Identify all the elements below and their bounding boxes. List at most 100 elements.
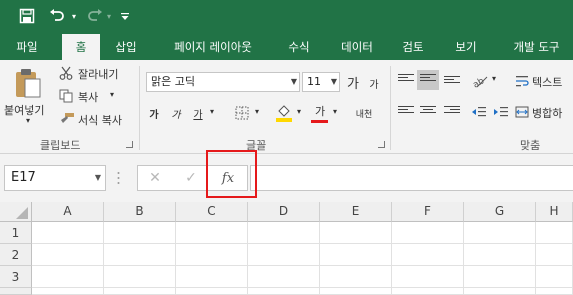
grid-cell[interactable]	[392, 222, 464, 244]
align-left-icon[interactable]	[398, 106, 414, 118]
grid-cell[interactable]	[104, 266, 176, 288]
grid-cell[interactable]	[320, 222, 392, 244]
grid-cell[interactable]	[32, 222, 104, 244]
font-size-dropdown[interactable]: 11 ▼	[302, 72, 340, 92]
grid-cell[interactable]	[104, 222, 176, 244]
grid-cell[interactable]	[176, 266, 248, 288]
tab-formulas[interactable]: 수식	[278, 34, 320, 60]
align-middle-icon[interactable]	[420, 74, 436, 86]
redo-icon[interactable]	[84, 5, 106, 27]
align-top-icon[interactable]	[398, 74, 414, 86]
decrease-indent-icon[interactable]	[470, 104, 488, 120]
borders-icon[interactable]	[232, 104, 252, 122]
grid-cell[interactable]	[176, 222, 248, 244]
grid-cell[interactable]	[392, 288, 464, 295]
grid-cell[interactable]	[320, 266, 392, 288]
format-painter-icon[interactable]	[58, 111, 76, 127]
format-painter-label[interactable]: 서식 복사	[78, 112, 122, 128]
borders-dropdown-icon[interactable]: ▾	[255, 107, 259, 116]
grid-cell[interactable]	[248, 288, 320, 295]
tab-data[interactable]: 데이터	[330, 34, 384, 60]
grid-cell[interactable]	[536, 288, 573, 295]
formula-input[interactable]	[250, 165, 573, 191]
grid-cell[interactable]	[464, 244, 536, 266]
cancel-icon[interactable]: ✕	[146, 169, 164, 187]
undo-dropdown-icon[interactable]: ▾	[68, 5, 80, 27]
column-header-d[interactable]: D	[248, 202, 320, 222]
grid-cell[interactable]	[320, 288, 392, 295]
tab-page-layout[interactable]: 페이지 레이아웃	[154, 34, 272, 60]
cut-label[interactable]: 잘라내기	[78, 66, 118, 82]
column-header-h[interactable]: H	[536, 202, 573, 222]
orientation-dropdown-icon[interactable]: ▾	[492, 74, 496, 83]
fill-color-dropdown-icon[interactable]: ▾	[297, 107, 301, 116]
column-header-g[interactable]: G	[464, 202, 536, 222]
grid-cell[interactable]	[392, 266, 464, 288]
grid-cell[interactable]	[248, 266, 320, 288]
grid-cell[interactable]	[32, 244, 104, 266]
wrap-text-label[interactable]: 텍스트	[532, 74, 562, 90]
underline-button[interactable]: 가	[190, 104, 206, 122]
save-icon[interactable]	[14, 5, 40, 27]
paste-label[interactable]: 붙여넣기	[4, 102, 44, 118]
align-right-icon[interactable]	[444, 106, 460, 118]
fill-color-icon[interactable]	[274, 102, 294, 124]
grid-cell[interactable]	[104, 288, 176, 295]
clipboard-launcher-icon[interactable]	[126, 141, 133, 148]
grid-cell[interactable]	[464, 288, 536, 295]
font-launcher-icon[interactable]	[378, 141, 385, 148]
tab-developer[interactable]: 개발 도구	[500, 34, 573, 60]
merge-center-label[interactable]: 병합하	[532, 105, 562, 121]
customize-qat-icon[interactable]	[118, 5, 132, 27]
grid-cell[interactable]	[536, 266, 573, 288]
worksheet-grid[interactable]: A B C D E F G H 1 2 3	[0, 202, 573, 295]
align-bottom-icon[interactable]	[444, 76, 460, 88]
tab-home[interactable]: 홈	[62, 34, 100, 61]
copy-label[interactable]: 복사	[78, 89, 98, 105]
align-center-icon[interactable]	[420, 106, 436, 118]
wrap-text-icon[interactable]	[514, 72, 530, 90]
cut-icon[interactable]	[58, 65, 74, 81]
font-name-dropdown[interactable]: 맑은 고딕 ▼	[146, 72, 300, 92]
bold-button[interactable]: 가	[146, 104, 162, 122]
tab-review[interactable]: 검토	[392, 34, 434, 60]
grow-font-button[interactable]: 가	[344, 72, 362, 92]
row-header-4[interactable]	[0, 288, 32, 295]
grid-cell[interactable]	[536, 222, 573, 244]
row-header-2[interactable]: 2	[0, 244, 32, 266]
grid-cell[interactable]	[464, 222, 536, 244]
name-box[interactable]: E17 ▼	[4, 165, 106, 191]
grid-cell[interactable]	[248, 244, 320, 266]
select-all-button[interactable]	[0, 202, 32, 222]
paste-dropdown-icon[interactable]: ▾	[26, 116, 30, 125]
font-color-dropdown-icon[interactable]: ▾	[333, 107, 337, 116]
merge-center-icon[interactable]	[514, 104, 530, 120]
resize-handle-icon[interactable]	[117, 170, 120, 186]
row-header-3[interactable]: 3	[0, 266, 32, 288]
paste-icon[interactable]	[10, 66, 46, 100]
shrink-font-button[interactable]: 가	[366, 74, 382, 92]
grid-cell[interactable]	[320, 244, 392, 266]
grid-cell[interactable]	[32, 266, 104, 288]
grid-cell[interactable]	[104, 244, 176, 266]
grid-cell[interactable]	[392, 244, 464, 266]
undo-icon[interactable]	[44, 5, 70, 27]
underline-dropdown-icon[interactable]: ▾	[210, 107, 214, 116]
orientation-icon[interactable]: ab	[470, 72, 490, 90]
tab-view[interactable]: 보기	[444, 34, 488, 60]
phonetic-button[interactable]: 내천	[352, 102, 376, 124]
copy-icon[interactable]	[58, 88, 74, 104]
grid-cell[interactable]	[248, 222, 320, 244]
grid-cell[interactable]	[464, 266, 536, 288]
column-header-a[interactable]: A	[32, 202, 104, 222]
column-header-e[interactable]: E	[320, 202, 392, 222]
column-header-f[interactable]: F	[392, 202, 464, 222]
row-header-1[interactable]: 1	[0, 222, 32, 244]
grid-cell[interactable]	[176, 244, 248, 266]
tab-file[interactable]: 파일	[6, 34, 48, 60]
tab-insert[interactable]: 삽입	[104, 34, 148, 60]
grid-cell[interactable]	[536, 244, 573, 266]
redo-dropdown-icon[interactable]: ▾	[104, 5, 114, 27]
font-color-button[interactable]: 가	[310, 102, 330, 120]
column-header-c[interactable]: C	[176, 202, 248, 222]
